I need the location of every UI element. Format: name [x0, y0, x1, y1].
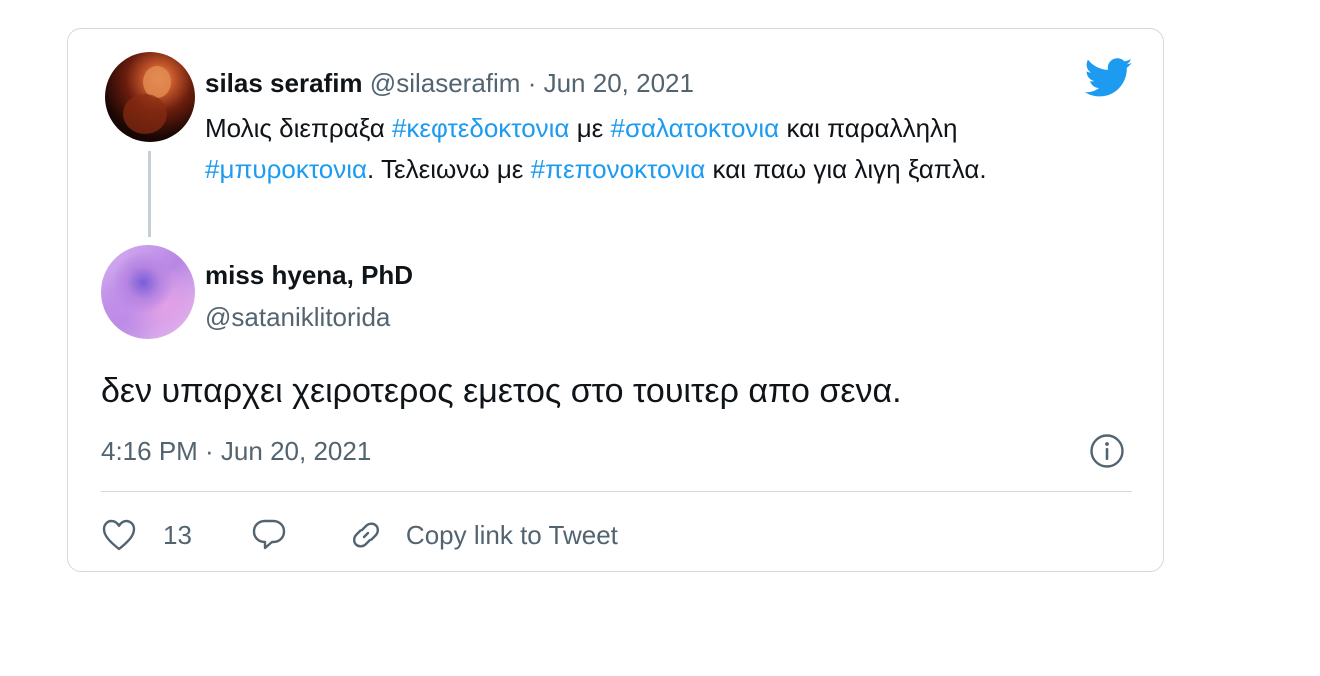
tweet-text-segment: και παραλληλη: [779, 113, 958, 143]
reply-button[interactable]: [250, 517, 288, 553]
tweet-timestamp[interactable]: 4:16 PM · Jun 20, 2021: [101, 435, 371, 467]
parent-tweet-date[interactable]: Jun 20, 2021: [544, 68, 694, 98]
embedded-tweet-card[interactable]: silas serafim @silaserafim · Jun 20, 202…: [67, 28, 1164, 572]
link-icon: [352, 522, 379, 548]
twitter-bird-icon[interactable]: [1085, 58, 1133, 98]
parent-tweet-text: Μολις διεπραξα #κεφτεδοκτονια με #σαλατο…: [205, 108, 1125, 190]
tweet-text-segment: και παω για λιγη ξαπλα.: [705, 154, 987, 184]
heart-icon: [102, 519, 136, 551]
reply-author-avatar[interactable]: [101, 245, 195, 339]
like-count: 13: [163, 519, 192, 550]
copy-link-button[interactable]: Copy link to Tweet: [348, 517, 618, 553]
info-icon[interactable]: [1089, 433, 1125, 469]
reply-bubble-icon: [252, 519, 286, 550]
hashtag-link[interactable]: #κεφτεδοκτονια: [392, 113, 570, 143]
like-button[interactable]: 13: [101, 518, 192, 552]
reply-author-name[interactable]: miss hyena, PhD: [205, 259, 413, 291]
reply-tweet-text: δεν υπαρχει χειροτερος εμετος στο τουιτε…: [101, 372, 902, 410]
tweet-text-segment: Μολις διεπραξα: [205, 113, 392, 143]
thread-connector-line: [148, 151, 151, 237]
reply-author-handle[interactable]: @sataniklitorida: [205, 301, 390, 333]
tweet-text-segment: . Τελειωνω με: [367, 154, 531, 184]
parent-author-name[interactable]: silas serafim: [205, 68, 363, 98]
actions-divider: [101, 491, 1132, 492]
parent-tweet-header: silas serafim @silaserafim · Jun 20, 202…: [205, 67, 694, 99]
hashtag-link[interactable]: #πεπονοκτονια: [531, 154, 706, 184]
header-separator: ·: [527, 68, 537, 98]
parent-author-handle[interactable]: @silaserafim: [370, 68, 521, 98]
tweet-text-segment: με: [569, 113, 611, 143]
tweet-actions-bar: 13 Copy link to Tweet: [101, 515, 618, 555]
hashtag-link[interactable]: #μπυροκτονια: [205, 154, 367, 184]
parent-author-avatar[interactable]: [105, 52, 195, 142]
hashtag-link[interactable]: #σαλατοκτονια: [611, 113, 780, 143]
copy-link-label: Copy link to Tweet: [405, 519, 618, 550]
